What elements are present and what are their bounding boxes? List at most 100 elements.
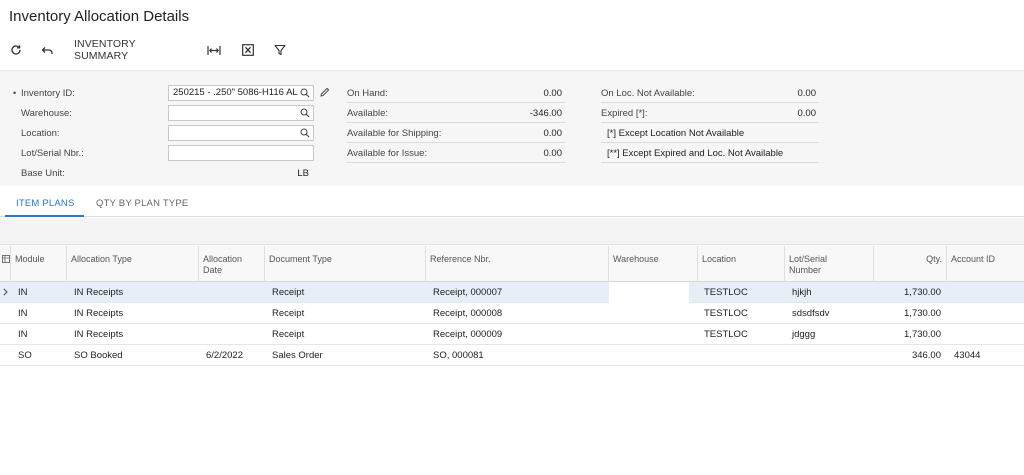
cell-allocation-date <box>202 303 265 324</box>
cell-lot-serial: hjkjh <box>792 287 812 298</box>
cell-document-type: Sales Order <box>272 350 323 361</box>
col-location[interactable]: Location <box>698 246 785 282</box>
on-hand-value: 0.00 <box>543 88 563 99</box>
cell-document-type: Receipt <box>272 329 305 340</box>
refresh-icon[interactable] <box>8 40 24 60</box>
col-warehouse[interactable]: Warehouse <box>609 246 698 282</box>
on-hand-label: On Hand: <box>347 88 388 99</box>
cell-qty: 1,730.00 <box>904 329 941 340</box>
expired-label: Expired [*]: <box>601 108 648 119</box>
row-pointer-icon <box>3 288 8 299</box>
cell-warehouse <box>612 303 698 324</box>
col-lot-serial[interactable]: Lot/Serial Number <box>785 246 874 282</box>
cell-location: TESTLOC <box>704 308 748 319</box>
cell-lot-serial: sdsdfsdv <box>792 308 830 319</box>
cell-module: IN <box>18 329 28 340</box>
lot-serial-field[interactable] <box>168 145 314 161</box>
inventory-summary-button[interactable]: INVENTORY SUMMARY <box>74 38 190 62</box>
warehouse-field[interactable] <box>168 105 314 121</box>
page-title: Inventory Allocation Details <box>9 8 190 25</box>
cell-allocation-type: IN Receipts <box>74 329 124 340</box>
col-lot-serial-line2: Number <box>789 265 822 275</box>
warehouse-label: Warehouse: <box>21 108 72 119</box>
col-account-id[interactable]: Account ID <box>947 246 1024 282</box>
cell-module: SO <box>18 350 32 361</box>
col-allocation-date[interactable]: Allocation Date <box>199 246 265 282</box>
excel-export-icon[interactable] <box>240 40 256 60</box>
cell-module: IN <box>18 287 28 298</box>
note-except-location: [*] Except Location Not Available <box>607 128 745 139</box>
cell-qty: 346.00 <box>911 350 941 361</box>
filter-icon[interactable] <box>272 40 288 60</box>
table-row[interactable]: IN IN Receipts Receipt Receipt, 000008 T… <box>0 303 1024 324</box>
cell-account-id <box>950 324 1024 345</box>
on-loc-not-available-value: 0.00 <box>797 88 817 99</box>
col-qty[interactable]: Qty. <box>874 246 947 282</box>
cell-reference-nbr[interactable]: SO, 000081 <box>429 345 609 366</box>
available-for-issue-value: 0.00 <box>543 148 563 159</box>
location-label: Location: <box>21 128 60 139</box>
edit-icon[interactable] <box>319 87 330 101</box>
cell-reference-nbr[interactable]: Receipt, 000009 <box>429 324 609 345</box>
inventory-id-field[interactable]: 250215 - .250" 5086-H116 AL <box>168 85 314 101</box>
cell-document-type: Receipt <box>272 308 305 319</box>
toolbar: INVENTORY SUMMARY <box>0 38 1024 62</box>
note-except-expired: [**] Except Expired and Loc. Not Availab… <box>607 148 784 159</box>
required-mark: • <box>13 88 17 98</box>
lot-serial-label: Lot/Serial Nbr.: <box>21 148 84 159</box>
cell-location: TESTLOC <box>704 287 748 298</box>
cell-account-id <box>950 282 1024 303</box>
on-loc-not-available-label: On Loc. Not Available: <box>601 88 695 99</box>
search-icon[interactable] <box>300 128 310 140</box>
cell-allocation-date <box>202 324 265 345</box>
cell-allocation-date: 6/2/2022 <box>206 350 243 361</box>
cell-account-id: 43044 <box>954 350 981 361</box>
available-value: -346.00 <box>529 108 562 119</box>
cell-allocation-type: IN Receipts <box>74 308 124 319</box>
search-icon[interactable] <box>300 108 310 120</box>
col-allocation-date-line1: Allocation <box>203 254 243 264</box>
cell-location: TESTLOC <box>704 329 748 340</box>
location-field[interactable] <box>168 125 314 141</box>
inventory-form: • Inventory ID: 250215 - .250" 5086-H116… <box>0 70 1024 186</box>
available-for-issue-label: Available for Issue: <box>347 148 428 159</box>
inventory-id-value: 250215 - .250" 5086-H116 AL <box>173 87 298 98</box>
table-row[interactable]: IN IN Receipts Receipt Receipt, 000009 T… <box>0 324 1024 345</box>
table-row[interactable]: IN IN Receipts Receipt Receipt, 000007 T… <box>0 282 1024 303</box>
active-tab-indicator <box>5 215 84 217</box>
col-module[interactable]: Module <box>11 246 67 282</box>
available-for-shipping-label: Available for Shipping: <box>347 128 442 139</box>
grid-header: Module Allocation Type Allocation Date Do… <box>0 246 1024 282</box>
cell-document-type: Receipt <box>272 287 305 298</box>
col-allocation-type[interactable]: Allocation Type <box>67 246 199 282</box>
search-icon[interactable] <box>300 88 310 100</box>
inventory-id-label: Inventory ID: <box>21 88 75 99</box>
available-label: Available: <box>347 108 389 119</box>
cell-warehouse <box>612 345 698 366</box>
cell-allocation-type: SO Booked <box>74 350 123 361</box>
cell-warehouse <box>612 324 698 345</box>
base-unit-label: Base Unit: <box>21 168 65 179</box>
tab-bar: ITEM PLANS QTY BY PLAN TYPE <box>0 186 1024 217</box>
fit-columns-icon[interactable] <box>206 40 222 60</box>
undo-icon[interactable] <box>39 40 55 60</box>
cell-qty: 1,730.00 <box>904 287 941 298</box>
base-unit-value: LB <box>297 168 309 179</box>
cell-reference-nbr[interactable]: Receipt, 000007 <box>429 282 609 303</box>
cell-reference-nbr[interactable]: Receipt, 000008 <box>429 303 609 324</box>
tab-qty-by-plan-type[interactable]: QTY BY PLAN TYPE <box>96 198 188 209</box>
col-lot-serial-line1: Lot/Serial <box>789 254 828 264</box>
table-row[interactable]: SO SO Booked 6/2/2022 Sales Order SO, 00… <box>0 345 1024 366</box>
row-selector-icon[interactable] <box>0 246 11 282</box>
cell-module: IN <box>18 308 28 319</box>
col-reference-nbr[interactable]: Reference Nbr. <box>426 246 609 282</box>
cell-allocation-type: IN Receipts <box>74 287 124 298</box>
cell-lot-serial <box>788 345 874 366</box>
tab-item-plans[interactable]: ITEM PLANS <box>16 198 75 209</box>
cell-location <box>700 345 785 366</box>
expired-value: 0.00 <box>797 108 817 119</box>
available-for-shipping-value: 0.00 <box>543 128 563 139</box>
cell-qty: 1,730.00 <box>904 308 941 319</box>
cell-account-id <box>950 303 1024 324</box>
col-document-type[interactable]: Document Type <box>265 246 426 282</box>
